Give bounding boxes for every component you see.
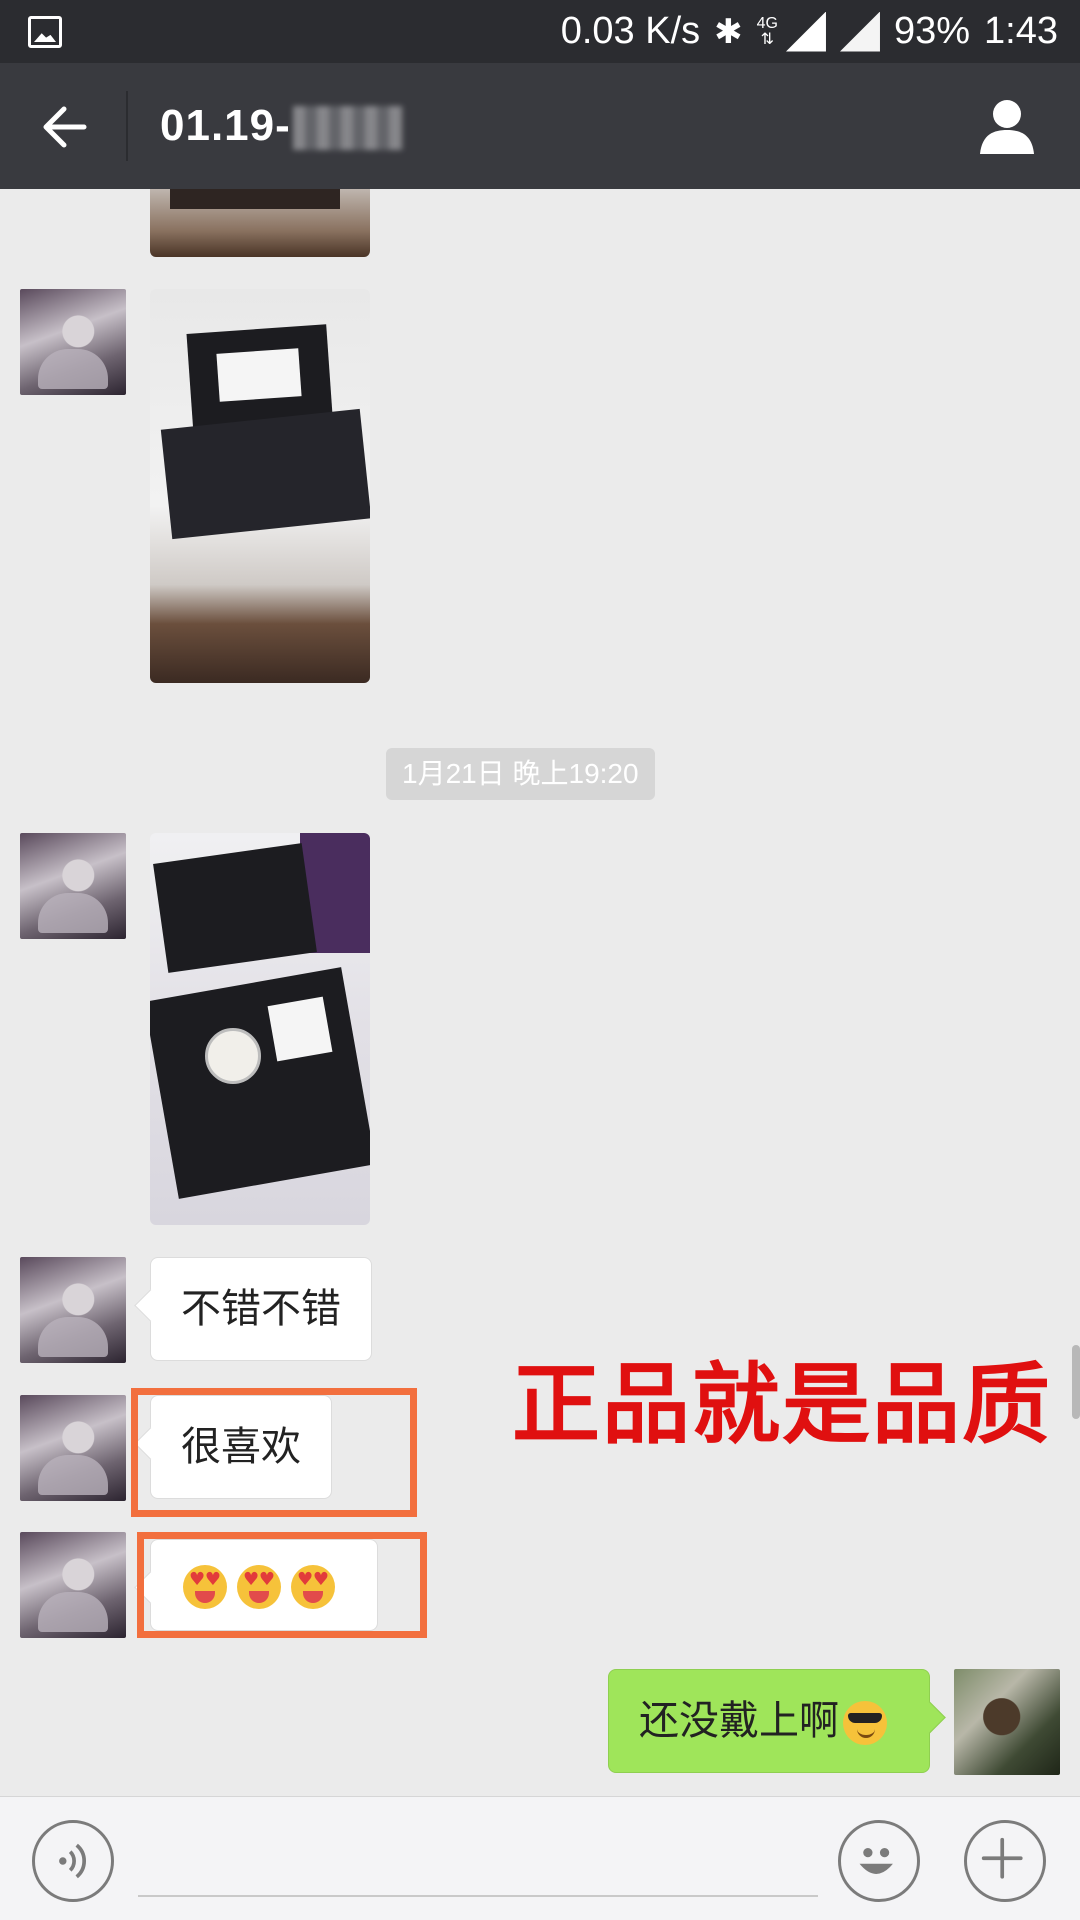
battery-percent: 93% <box>893 10 971 52</box>
image-box-label <box>216 348 302 402</box>
message-input[interactable] <box>138 1895 818 1897</box>
smiley-icon <box>859 1848 893 1874</box>
my-message-bubble[interactable]: 还没戴上啊 <box>608 1669 930 1773</box>
contact-avatar[interactable] <box>20 1257 126 1363</box>
network-type: 4G <box>756 14 778 32</box>
image-message-partial[interactable] <box>150 189 370 257</box>
signal-4g-icon <box>785 11 826 52</box>
contact-avatar[interactable] <box>20 833 126 939</box>
plus-icon <box>981 1837 1023 1879</box>
contact-avatar[interactable] <box>20 1395 126 1501</box>
image-box-lid <box>153 843 317 973</box>
emoji-button[interactable] <box>838 1820 920 1902</box>
bluetooth-icon: ✱ <box>714 12 743 51</box>
chat-title-text: 01.19- <box>160 101 291 150</box>
signal-strength-icon <box>839 11 880 52</box>
highlight-box <box>131 1388 417 1517</box>
image-box-base <box>160 408 370 540</box>
image-box-label <box>267 996 333 1062</box>
status-right: 0.03 K/s ✱ 4G ⇅ 93% 1:43 <box>561 0 1058 63</box>
blurred-name <box>292 106 403 151</box>
contact-avatar[interactable] <box>20 289 126 395</box>
contact-profile-icon[interactable] <box>978 98 1036 154</box>
voice-icon <box>59 1843 87 1879</box>
highlight-box <box>137 1532 427 1638</box>
clock: 1:43 <box>984 10 1058 52</box>
voice-input-button[interactable] <box>32 1820 114 1902</box>
more-options-button[interactable] <box>964 1820 1046 1902</box>
image-message-watch-open[interactable] <box>150 833 370 1225</box>
gallery-notification-icon <box>28 16 62 48</box>
image-box-open <box>150 967 370 1199</box>
my-avatar[interactable] <box>954 1669 1060 1775</box>
image-message-watch-box[interactable] <box>150 289 370 683</box>
chat-header: 01.19- <box>0 63 1080 189</box>
contact-avatar[interactable] <box>20 1532 126 1638</box>
back-arrow-icon[interactable] <box>40 103 88 151</box>
message-bubble[interactable]: 不错不错 <box>150 1257 372 1361</box>
mobile-network-indicator: 4G ⇅ <box>756 14 778 48</box>
overlay-caption: 正品就是品质 <box>512 1353 1053 1456</box>
image-watch-face <box>205 1028 261 1084</box>
header-divider <box>126 91 128 161</box>
network-speed: 0.03 K/s <box>560 10 701 52</box>
message-list[interactable]: 1月21日 晚上19:20 不错不错 很喜欢 正品就是品质 还没戴上啊 <box>0 189 1080 1796</box>
my-message-text: 还没戴上啊 <box>639 1698 839 1744</box>
image-content <box>170 189 340 209</box>
data-arrows-icon: ⇅ <box>760 30 774 48</box>
chat-title: 01.19- <box>160 63 403 189</box>
scrollbar-thumb[interactable] <box>1072 1345 1080 1419</box>
sunglasses-emoji-icon <box>843 1701 887 1745</box>
message-timestamp: 1月21日 晚上19:20 <box>386 748 655 800</box>
status-bar: 0.03 K/s ✱ 4G ⇅ 93% 1:43 <box>0 0 1080 63</box>
input-bar <box>0 1796 1080 1920</box>
